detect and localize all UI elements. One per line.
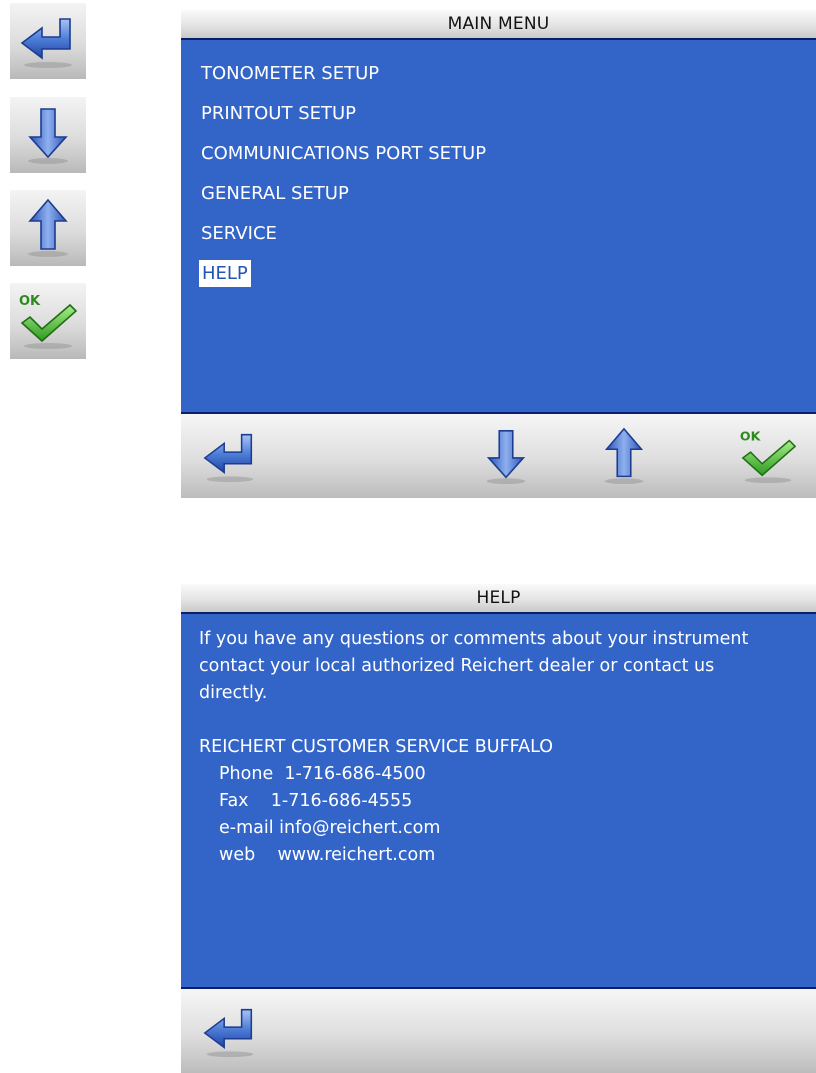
menu-item-service[interactable]: SERVICE [199,214,800,254]
help-intro-line: contact your local authorized Reichert d… [199,656,715,676]
menu-item-printout-setup[interactable]: PRINTOUT SETUP [199,94,800,134]
down-arrow-icon [10,97,86,173]
up-button[interactable] [589,420,659,492]
main-menu-screen: MAIN MENU TONOMETER SETUP PRINTOUT SETUP… [181,10,816,498]
down-button[interactable] [471,420,541,492]
down-arrow-icon [475,425,537,487]
back-arrow-icon [10,3,86,79]
help-intro-line: If you have any questions or comments ab… [199,629,749,649]
phone-number: Phone 1-716-686-4500 [219,764,426,784]
up-arrow-icon [593,425,655,487]
back-arrow-icon [199,1000,261,1062]
screen-title: HELP [181,584,816,614]
button-bar: OK [181,412,816,498]
company-name: REICHERT CUSTOMER SERVICE BUFFALO [199,737,553,757]
back-arrow-icon [199,425,261,487]
up-arrow-icon [10,190,86,266]
back-button[interactable] [195,995,265,1067]
button-bar [181,987,816,1073]
menu-item-tonometer-setup[interactable]: TONOMETER SETUP [199,54,800,94]
menu-item-general-setup[interactable]: GENERAL SETUP [199,174,800,214]
help-text: If you have any questions or comments ab… [181,614,816,987]
ok-check-icon: OK [10,283,86,359]
menu-list: TONOMETER SETUP PRINTOUT SETUP COMMUNICA… [181,40,816,412]
email-address: e-mail info@reichert.com [219,818,441,838]
ok-button[interactable]: OK [733,420,803,492]
ok-check-icon: OK [740,429,799,487]
help-screen: HELP If you have any questions or commen… [181,584,816,1073]
website-url: web www.reichert.com [219,845,436,865]
svg-text:OK: OK [19,294,41,309]
menu-item-help[interactable]: HELP [199,254,800,294]
fax-number: Fax 1-716-686-4555 [219,791,413,811]
menu-item-communications-port-setup[interactable]: COMMUNICATIONS PORT SETUP [199,134,800,174]
help-intro-line: directly. [199,683,268,703]
svg-text:OK: OK [740,429,762,444]
screen-title: MAIN MENU [181,10,816,40]
back-button[interactable] [195,420,265,492]
